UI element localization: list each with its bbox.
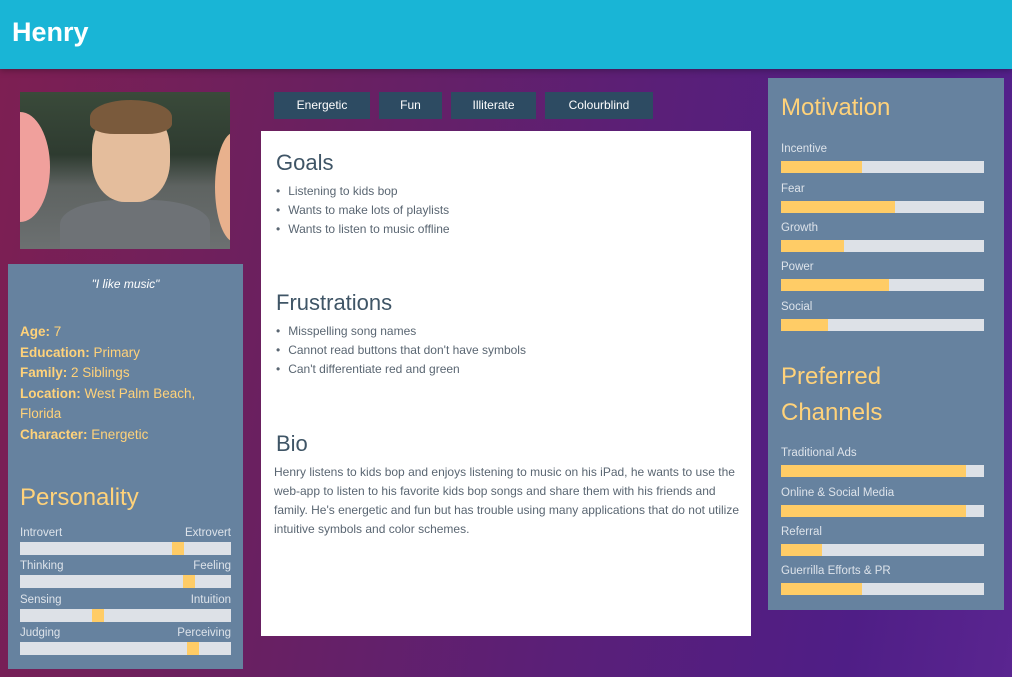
persona-facts: Age: 7 Education: Primary Family: 2 Sibl… [20, 322, 235, 445]
trait-marker [172, 542, 184, 555]
trait-slider [20, 609, 231, 622]
trait-marker [183, 575, 195, 588]
fact-family: Family: 2 Siblings [20, 365, 130, 380]
trait-sensing-intuition: Sensing Intuition [20, 594, 231, 622]
tag-energetic[interactable]: Energetic [274, 92, 370, 119]
fact-education: Education: Primary [20, 344, 141, 360]
frustrations-title: Frustrations [276, 290, 393, 315]
motivation-card: Motivation Incentive Fear Growth Power S… [768, 78, 1004, 610]
tag-list: Energetic Fun Illiterate Colourblind [274, 92, 653, 119]
meter-fill [781, 465, 966, 477]
details-card: Goals Listening to kids bop Wants to mak… [261, 131, 751, 636]
meter-fill [781, 505, 966, 517]
persona-name: Henry [12, 17, 89, 47]
goals-title: Goals [276, 150, 334, 175]
meter-fill [781, 544, 822, 556]
list-item: Cannot read buttons that don't have symb… [276, 341, 526, 360]
bio-title: Bio [276, 431, 308, 456]
meter-guerrilla: Guerrilla Efforts & PR [781, 565, 984, 595]
frustrations-list: Misspelling song names Cannot read butto… [276, 322, 526, 379]
trait-slider [20, 575, 231, 588]
persona-photo [20, 92, 230, 249]
trait-marker [92, 609, 104, 622]
list-item: Wants to make lots of playlists [276, 201, 450, 220]
meter-fill [781, 201, 895, 213]
persona-quote: "I like music" [91, 277, 160, 291]
trait-slider [20, 642, 231, 655]
trait-introvert-extrovert: Introvert Extrovert [20, 527, 231, 555]
meter-fill [781, 240, 844, 252]
bio-text: Henry listens to kids bop and enjoys lis… [274, 465, 740, 536]
meter-fill [781, 279, 889, 291]
motivation-title: Motivation [781, 94, 891, 121]
profile-card: "I like music" Age: 7 Education: Primary… [8, 264, 243, 669]
meter-referral: Referral [781, 526, 984, 556]
personality-title: Personality [20, 484, 139, 511]
tag-colourblind[interactable]: Colourblind [545, 92, 653, 119]
trait-judging-perceiving: Judging Perceiving [20, 627, 231, 655]
list-item: Listening to kids bop [276, 182, 450, 201]
list-item: Wants to listen to music offline [276, 220, 449, 239]
meter-online-social: Online & Social Media [781, 487, 984, 517]
page-header: Henry [0, 0, 1012, 69]
meter-fear: Fear [781, 183, 984, 213]
meter-fill [781, 161, 863, 173]
trait-thinking-feeling: Thinking Feeling [20, 560, 231, 588]
fact-location: Location: West Palm Beach, Florida [20, 385, 196, 422]
meter-fill [781, 319, 828, 331]
fact-age: Age: 7 [20, 324, 62, 339]
list-item: Can't differentiate red and green [276, 360, 526, 379]
meter-social: Social [781, 301, 984, 331]
meter-traditional-ads: Traditional Ads [781, 447, 984, 477]
tag-fun[interactable]: Fun [379, 92, 442, 119]
trait-slider [20, 542, 231, 555]
meter-growth: Growth [781, 222, 984, 252]
tag-illiterate[interactable]: Illiterate [451, 92, 536, 119]
fact-character: Character: Energetic [20, 426, 149, 442]
list-item: Misspelling song names [276, 322, 526, 341]
meter-power: Power [781, 261, 984, 291]
meter-incentive: Incentive [781, 143, 984, 173]
goals-list: Listening to kids bop Wants to make lots… [276, 182, 450, 239]
channels-title: Preferred Channels [781, 363, 883, 426]
trait-marker [187, 642, 199, 655]
meter-fill [781, 583, 863, 595]
